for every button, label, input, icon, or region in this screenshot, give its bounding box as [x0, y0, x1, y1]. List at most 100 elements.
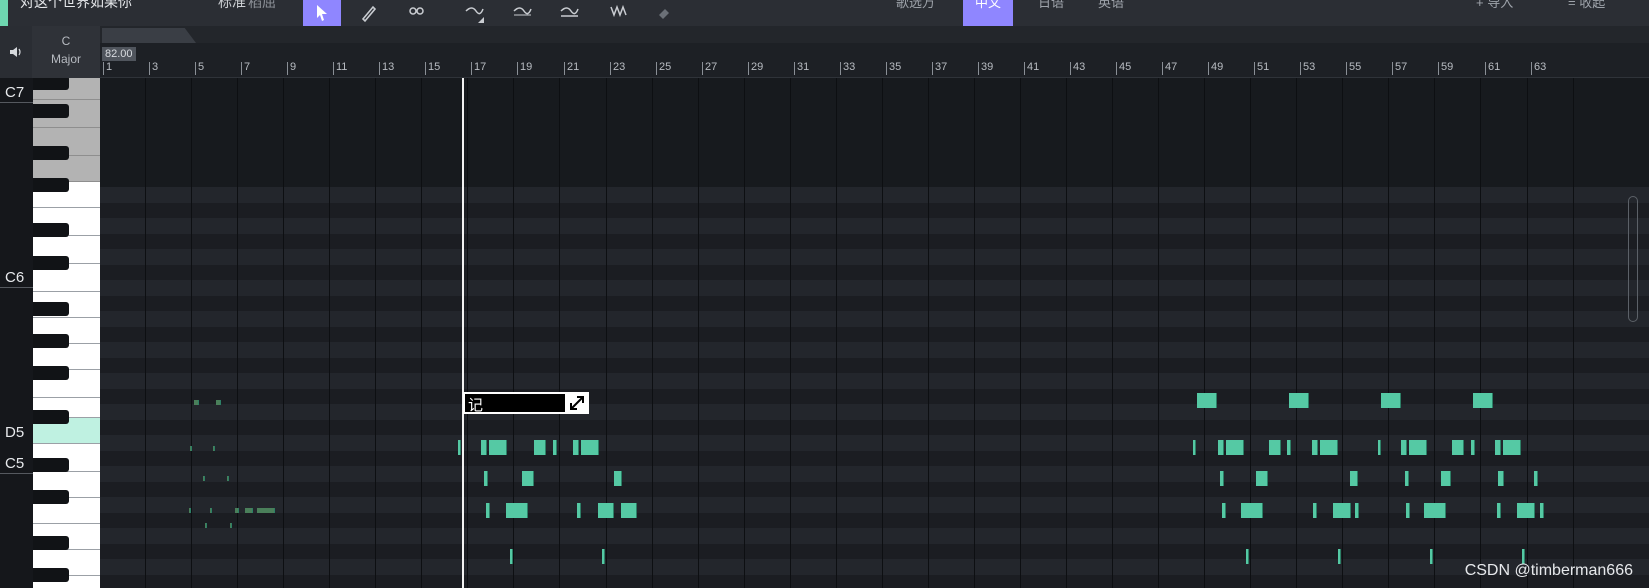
pitch-lane[interactable] — [100, 373, 1649, 389]
note-block[interactable] — [1193, 440, 1196, 455]
track-tab[interactable] — [102, 28, 196, 43]
lyric-input-box[interactable]: 记 — [463, 392, 589, 414]
note-block[interactable] — [1401, 440, 1407, 455]
note-block[interactable] — [577, 503, 581, 518]
note-block[interactable] — [1441, 471, 1451, 486]
pitch-lane[interactable] — [100, 249, 1649, 265]
note-block[interactable] — [1471, 440, 1475, 455]
note-block[interactable] — [1256, 471, 1268, 486]
note-block[interactable] — [1320, 440, 1338, 455]
lang-chinese-button[interactable]: 中文 — [963, 0, 1013, 26]
note-block[interactable] — [1220, 471, 1224, 486]
note-block[interactable] — [1430, 549, 1433, 564]
dynamics-tool-button[interactable] — [550, 0, 588, 26]
key-signature-selector[interactable]: C Major — [32, 26, 100, 78]
pitch-lane[interactable] — [100, 218, 1649, 234]
note-block[interactable] — [1312, 440, 1318, 455]
piano-black-key[interactable] — [33, 458, 69, 472]
piano-black-key[interactable] — [33, 178, 69, 192]
tempo-marker[interactable]: 82.00 — [102, 47, 136, 61]
note-block[interactable] — [1333, 503, 1351, 518]
lang-japanese-button[interactable]: 日语 — [1038, 0, 1064, 11]
note-block[interactable] — [534, 440, 546, 455]
piano-black-key[interactable] — [33, 410, 69, 424]
piano-black-key[interactable] — [33, 366, 69, 380]
pitch-lane[interactable] — [100, 233, 1649, 249]
note-block[interactable] — [1218, 440, 1224, 455]
wave-tool-button[interactable] — [600, 0, 638, 26]
note-block[interactable] — [1226, 440, 1244, 455]
note-block[interactable] — [1289, 393, 1309, 408]
note-block[interactable] — [1517, 503, 1535, 518]
note-block[interactable] — [1378, 440, 1381, 455]
note-block[interactable] — [602, 549, 605, 564]
note-block[interactable] — [1452, 440, 1464, 455]
note-block[interactable] — [522, 471, 534, 486]
note-block[interactable] — [1497, 503, 1501, 518]
pitch-lane[interactable] — [100, 357, 1649, 373]
note-block[interactable] — [1246, 549, 1249, 564]
note-block[interactable] — [581, 440, 599, 455]
note-block[interactable] — [506, 503, 528, 518]
pitch-lane[interactable] — [100, 156, 1649, 172]
note-block[interactable] — [1197, 393, 1217, 408]
note-block[interactable] — [1350, 471, 1358, 486]
vertical-scrollbar[interactable] — [1628, 196, 1638, 322]
note-block[interactable] — [614, 471, 622, 486]
piano-black-key[interactable] — [33, 146, 69, 160]
note-block[interactable] — [1534, 471, 1538, 486]
note-block[interactable] — [486, 503, 490, 518]
pitch-lane[interactable] — [100, 528, 1649, 544]
pitch-lane[interactable] — [100, 187, 1649, 203]
note-block[interactable] — [1498, 471, 1504, 486]
timeline-ruler[interactable]: 82.00 1 3 5 7 9 11 13 15 17 19 21 23 25 27 29 31 33 35 37 3… — [100, 43, 1649, 78]
pitch-lane[interactable] — [100, 466, 1649, 482]
eraser-tool-button[interactable] — [646, 0, 684, 26]
note-block[interactable] — [484, 471, 488, 486]
pitch-curve-tool-button[interactable] — [455, 0, 493, 26]
note-block[interactable] — [1405, 471, 1409, 486]
pitch-lane[interactable] — [100, 264, 1649, 280]
piano-black-key[interactable] — [33, 536, 69, 550]
pitch-lane[interactable] — [100, 171, 1649, 187]
pitch-lane[interactable] — [100, 202, 1649, 218]
note-block[interactable] — [553, 440, 557, 455]
piano-black-key[interactable] — [33, 78, 69, 90]
pitch-lane[interactable] — [100, 559, 1649, 575]
vibrato-tool-button[interactable] — [503, 0, 541, 26]
pitch-lane[interactable] — [100, 311, 1649, 327]
pitch-lane[interactable] — [100, 125, 1649, 141]
playhead[interactable] — [462, 78, 464, 588]
note-block[interactable] — [1406, 503, 1410, 518]
pencil-tool-button[interactable] — [350, 0, 388, 26]
pitch-lane[interactable] — [100, 481, 1649, 497]
note-block[interactable] — [573, 440, 579, 455]
note-block[interactable] — [1503, 440, 1521, 455]
pitch-lane[interactable] — [100, 326, 1649, 342]
piano-black-key[interactable] — [33, 302, 69, 316]
note-block[interactable] — [510, 549, 513, 564]
pitch-lane[interactable] — [100, 109, 1649, 125]
note-block[interactable] — [1241, 503, 1263, 518]
song-title[interactable]: 对这个世界如果你 — [20, 0, 132, 12]
note-block[interactable] — [1313, 503, 1317, 518]
pitch-lane[interactable] — [100, 342, 1649, 358]
note-block[interactable] — [1381, 393, 1401, 408]
note-block[interactable] — [1222, 503, 1226, 518]
select-tool-button[interactable] — [303, 0, 341, 26]
note-block[interactable] — [1355, 503, 1359, 518]
note-block[interactable] — [481, 440, 487, 455]
pitch-lane[interactable] — [100, 512, 1649, 528]
pitch-lane[interactable] — [100, 94, 1649, 110]
lang-english-button[interactable]: 英语 — [1098, 0, 1124, 11]
note-block[interactable] — [1473, 393, 1493, 408]
lyric-input-text[interactable]: 记 — [468, 394, 483, 415]
pitch-lane[interactable] — [100, 497, 1649, 513]
lyric-expand-button[interactable] — [565, 392, 589, 414]
collapse-button[interactable]: = 收起 — [1568, 0, 1605, 11]
pitch-lane[interactable] — [100, 388, 1649, 404]
pitch-lane[interactable] — [100, 295, 1649, 311]
scissors-tool-button[interactable] — [398, 0, 436, 26]
pitch-lane[interactable] — [100, 140, 1649, 156]
piano-black-key[interactable] — [33, 568, 69, 582]
